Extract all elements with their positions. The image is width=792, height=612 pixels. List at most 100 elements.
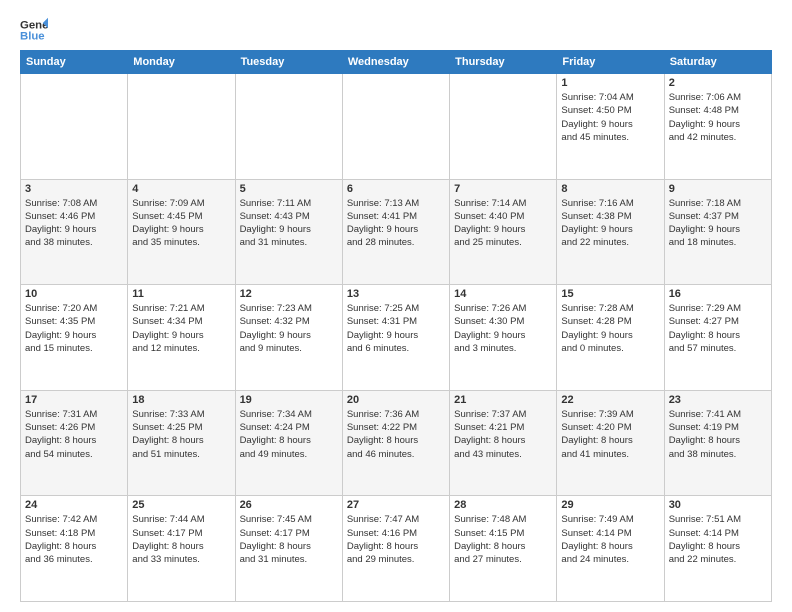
col-header-thursday: Thursday <box>450 51 557 74</box>
day-number: 2 <box>669 77 767 89</box>
day-info: Sunrise: 7:49 AMSunset: 4:14 PMDaylight:… <box>561 513 659 566</box>
calendar-cell: 12 Sunrise: 7:23 AMSunset: 4:32 PMDayligh… <box>235 285 342 391</box>
day-info: Sunrise: 7:28 AMSunset: 4:28 PMDaylight:… <box>561 302 659 355</box>
calendar-cell: 9 Sunrise: 7:18 AMSunset: 4:37 PMDaylight… <box>664 179 771 285</box>
col-header-sunday: Sunday <box>21 51 128 74</box>
calendar-week-1: 1 Sunrise: 7:04 AMSunset: 4:50 PMDaylight… <box>21 74 772 180</box>
day-number: 20 <box>347 394 445 406</box>
day-number: 24 <box>25 499 123 511</box>
calendar-cell: 30Sunrise: 7:51 AMSunset: 4:14 PMDayligh… <box>664 496 771 602</box>
day-number: 14 <box>454 288 552 300</box>
day-info: Sunrise: 7:06 AMSunset: 4:48 PMDaylight:… <box>669 91 767 144</box>
calendar-cell: 10 Sunrise: 7:20 AMSunset: 4:35 PMDayligh… <box>21 285 128 391</box>
day-info: Sunrise: 7:08 AMSunset: 4:46 PMDaylight:… <box>25 197 123 250</box>
day-info: Sunrise: 7:23 AMSunset: 4:32 PMDaylight:… <box>240 302 338 355</box>
day-info: Sunrise: 7:14 AMSunset: 4:40 PMDaylight:… <box>454 197 552 250</box>
day-number: 6 <box>347 183 445 195</box>
col-header-tuesday: Tuesday <box>235 51 342 74</box>
day-info: Sunrise: 7:16 AMSunset: 4:38 PMDaylight:… <box>561 197 659 250</box>
col-header-friday: Friday <box>557 51 664 74</box>
calendar-cell: 8 Sunrise: 7:16 AMSunset: 4:38 PMDaylight… <box>557 179 664 285</box>
day-number: 1 <box>561 77 659 89</box>
day-info: Sunrise: 7:48 AMSunset: 4:15 PMDaylight:… <box>454 513 552 566</box>
day-number: 28 <box>454 499 552 511</box>
calendar-cell: 27Sunrise: 7:47 AMSunset: 4:16 PMDayligh… <box>342 496 449 602</box>
day-number: 4 <box>132 183 230 195</box>
logo: General Blue <box>20 16 48 44</box>
day-info: Sunrise: 7:37 AMSunset: 4:21 PMDaylight:… <box>454 408 552 461</box>
day-info: Sunrise: 7:33 AMSunset: 4:25 PMDaylight:… <box>132 408 230 461</box>
calendar-cell <box>342 74 449 180</box>
logo-icon: General Blue <box>20 16 48 44</box>
day-info: Sunrise: 7:31 AMSunset: 4:26 PMDaylight:… <box>25 408 123 461</box>
day-number: 23 <box>669 394 767 406</box>
day-number: 7 <box>454 183 552 195</box>
day-info: Sunrise: 7:13 AMSunset: 4:41 PMDaylight:… <box>347 197 445 250</box>
day-info: Sunrise: 7:34 AMSunset: 4:24 PMDaylight:… <box>240 408 338 461</box>
day-number: 29 <box>561 499 659 511</box>
day-number: 19 <box>240 394 338 406</box>
day-info: Sunrise: 7:11 AMSunset: 4:43 PMDaylight:… <box>240 197 338 250</box>
day-info: Sunrise: 7:21 AMSunset: 4:34 PMDaylight:… <box>132 302 230 355</box>
day-info: Sunrise: 7:41 AMSunset: 4:19 PMDaylight:… <box>669 408 767 461</box>
day-number: 30 <box>669 499 767 511</box>
calendar-cell: 3 Sunrise: 7:08 AMSunset: 4:46 PMDaylight… <box>21 179 128 285</box>
calendar-cell <box>128 74 235 180</box>
day-info: Sunrise: 7:42 AMSunset: 4:18 PMDaylight:… <box>25 513 123 566</box>
day-number: 3 <box>25 183 123 195</box>
calendar-cell: 25Sunrise: 7:44 AMSunset: 4:17 PMDayligh… <box>128 496 235 602</box>
day-number: 10 <box>25 288 123 300</box>
calendar-table: SundayMondayTuesdayWednesdayThursdayFrid… <box>20 50 772 602</box>
day-number: 12 <box>240 288 338 300</box>
calendar-cell: 23 Sunrise: 7:41 AMSunset: 4:19 PMDayligh… <box>664 390 771 496</box>
calendar-header-row: SundayMondayTuesdayWednesdayThursdayFrid… <box>21 51 772 74</box>
calendar-cell: 24 Sunrise: 7:42 AMSunset: 4:18 PMDayligh… <box>21 496 128 602</box>
calendar-cell: 21Sunrise: 7:37 AMSunset: 4:21 PMDayligh… <box>450 390 557 496</box>
day-number: 26 <box>240 499 338 511</box>
day-number: 13 <box>347 288 445 300</box>
col-header-saturday: Saturday <box>664 51 771 74</box>
calendar-cell: 17 Sunrise: 7:31 AMSunset: 4:26 PMDayligh… <box>21 390 128 496</box>
calendar-cell: 19 Sunrise: 7:34 AMSunset: 4:24 PMDayligh… <box>235 390 342 496</box>
calendar-cell: 7 Sunrise: 7:14 AMSunset: 4:40 PMDaylight… <box>450 179 557 285</box>
day-number: 8 <box>561 183 659 195</box>
day-info: Sunrise: 7:29 AMSunset: 4:27 PMDaylight:… <box>669 302 767 355</box>
col-header-monday: Monday <box>128 51 235 74</box>
calendar-cell: 2 Sunrise: 7:06 AMSunset: 4:48 PMDaylight… <box>664 74 771 180</box>
day-number: 11 <box>132 288 230 300</box>
calendar-week-4: 17 Sunrise: 7:31 AMSunset: 4:26 PMDayligh… <box>21 390 772 496</box>
calendar-cell <box>450 74 557 180</box>
day-number: 17 <box>25 394 123 406</box>
calendar-cell: 14 Sunrise: 7:26 AMSunset: 4:30 PMDayligh… <box>450 285 557 391</box>
day-number: 18 <box>132 394 230 406</box>
svg-text:Blue: Blue <box>20 31 45 43</box>
day-info: Sunrise: 7:04 AMSunset: 4:50 PMDaylight:… <box>561 91 659 144</box>
calendar-cell: 20 Sunrise: 7:36 AMSunset: 4:22 PMDayligh… <box>342 390 449 496</box>
calendar-cell: 6 Sunrise: 7:13 AMSunset: 4:41 PMDaylight… <box>342 179 449 285</box>
calendar-cell: 28 Sunrise: 7:48 AMSunset: 4:15 PMDayligh… <box>450 496 557 602</box>
page: General Blue SundayMondayTuesdayWednesda… <box>0 0 792 612</box>
day-info: Sunrise: 7:25 AMSunset: 4:31 PMDaylight:… <box>347 302 445 355</box>
calendar-cell: 4 Sunrise: 7:09 AMSunset: 4:45 PMDaylight… <box>128 179 235 285</box>
day-number: 9 <box>669 183 767 195</box>
calendar-cell: 15 Sunrise: 7:28 AMSunset: 4:28 PMDayligh… <box>557 285 664 391</box>
col-header-wednesday: Wednesday <box>342 51 449 74</box>
day-number: 27 <box>347 499 445 511</box>
day-number: 15 <box>561 288 659 300</box>
day-info: Sunrise: 7:20 AMSunset: 4:35 PMDaylight:… <box>25 302 123 355</box>
day-info: Sunrise: 7:39 AMSunset: 4:20 PMDaylight:… <box>561 408 659 461</box>
day-info: Sunrise: 7:09 AMSunset: 4:45 PMDaylight:… <box>132 197 230 250</box>
calendar-cell: 13 Sunrise: 7:25 AMSunset: 4:31 PMDayligh… <box>342 285 449 391</box>
day-info: Sunrise: 7:26 AMSunset: 4:30 PMDaylight:… <box>454 302 552 355</box>
calendar-cell: 5Sunrise: 7:11 AMSunset: 4:43 PMDaylight… <box>235 179 342 285</box>
day-info: Sunrise: 7:18 AMSunset: 4:37 PMDaylight:… <box>669 197 767 250</box>
day-number: 16 <box>669 288 767 300</box>
calendar-cell: 22Sunrise: 7:39 AMSunset: 4:20 PMDayligh… <box>557 390 664 496</box>
calendar-week-3: 10 Sunrise: 7:20 AMSunset: 4:35 PMDayligh… <box>21 285 772 391</box>
calendar-cell: 26Sunrise: 7:45 AMSunset: 4:17 PMDayligh… <box>235 496 342 602</box>
day-info: Sunrise: 7:36 AMSunset: 4:22 PMDaylight:… <box>347 408 445 461</box>
calendar-cell: 11 Sunrise: 7:21 AMSunset: 4:34 PMDayligh… <box>128 285 235 391</box>
calendar-cell: 1 Sunrise: 7:04 AMSunset: 4:50 PMDaylight… <box>557 74 664 180</box>
calendar-cell: 16 Sunrise: 7:29 AMSunset: 4:27 PMDayligh… <box>664 285 771 391</box>
calendar-cell: 18 Sunrise: 7:33 AMSunset: 4:25 PMDayligh… <box>128 390 235 496</box>
